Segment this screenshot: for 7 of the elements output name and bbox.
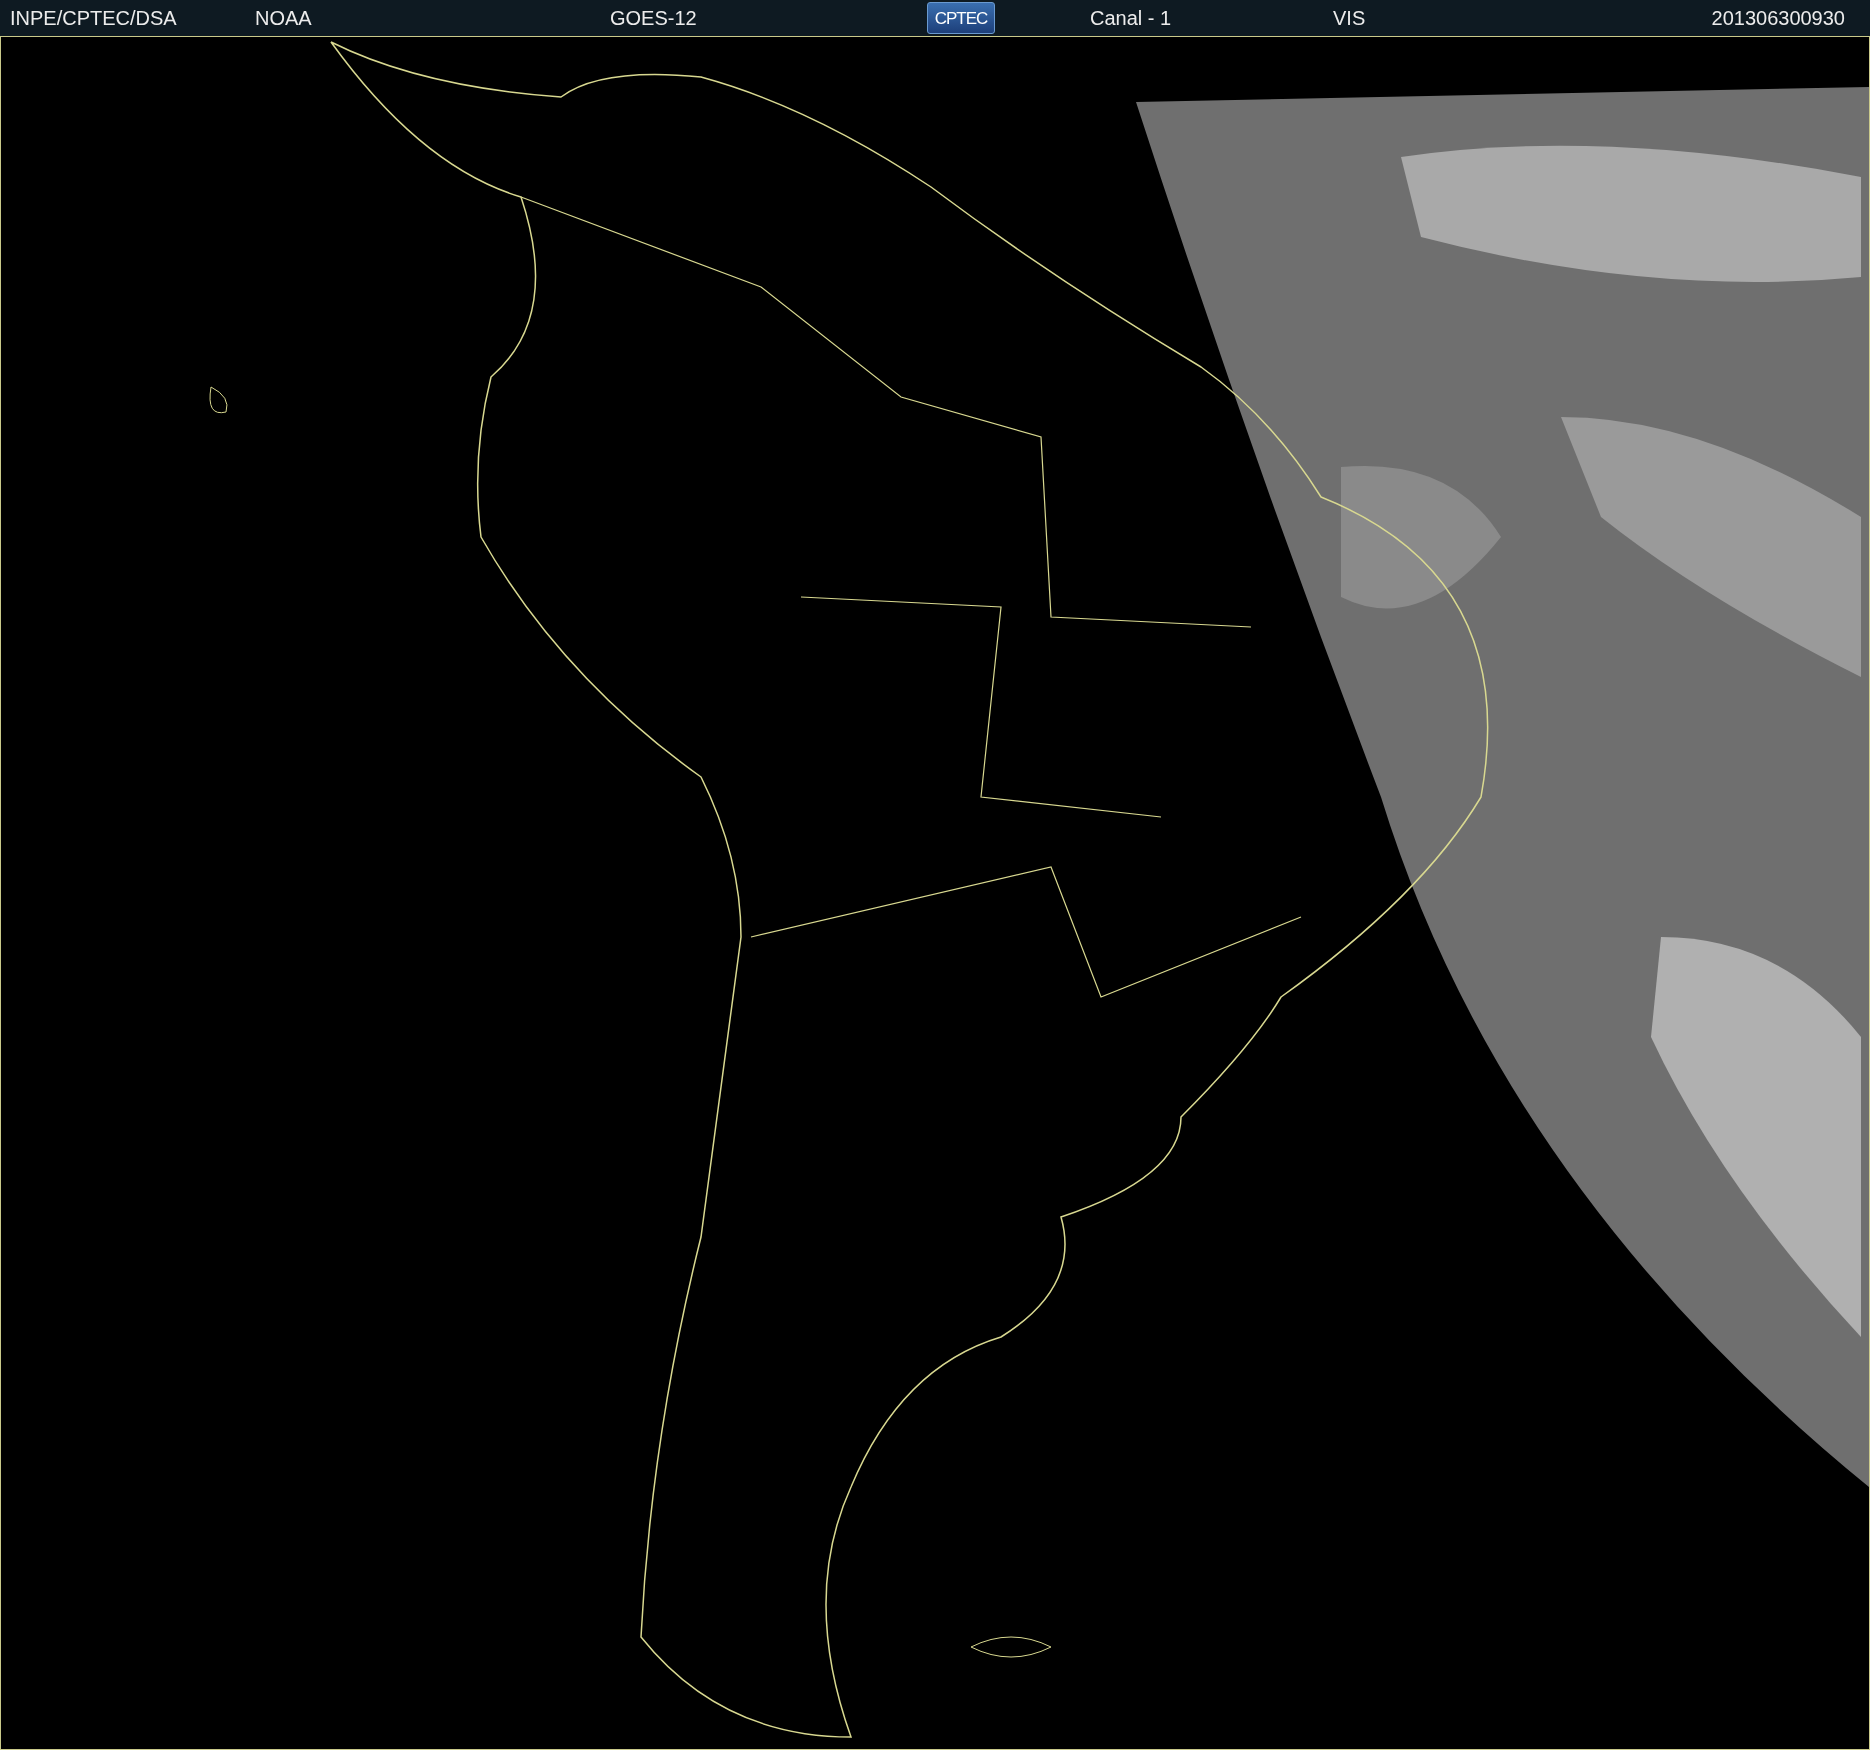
header-label: 201306300930	[1711, 6, 1845, 31]
header-label: Canal - 1	[1090, 6, 1172, 31]
logo: CPTEC	[927, 2, 995, 34]
header-label: INPE/CPTEC/DSA	[10, 6, 177, 31]
header-label: GOES-12	[610, 6, 697, 31]
header-label: NOAA	[255, 6, 312, 31]
header-label: VIS	[1333, 6, 1366, 31]
